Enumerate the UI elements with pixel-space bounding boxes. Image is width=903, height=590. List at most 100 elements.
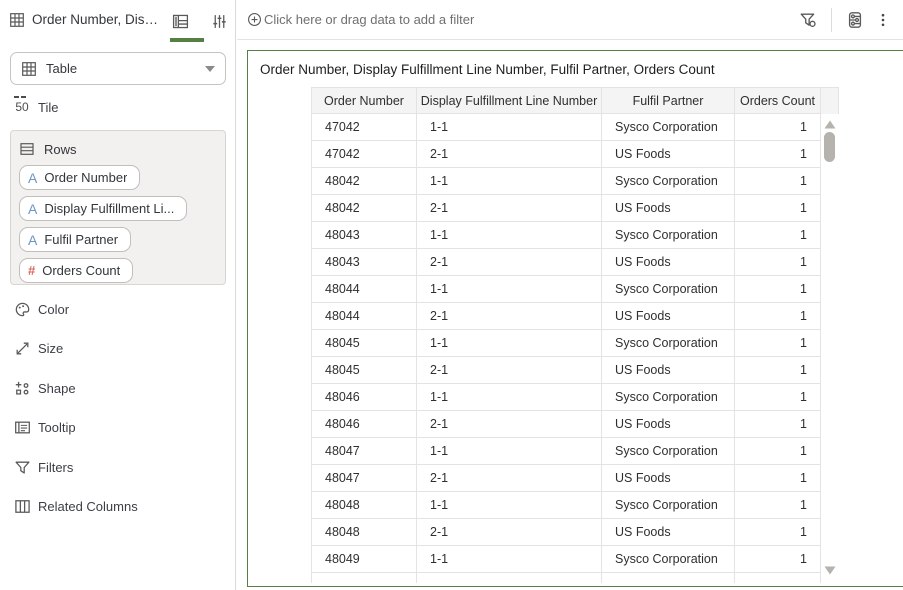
scroll-up-arrow-icon[interactable] [824,120,836,129]
scroll-down-arrow-icon[interactable] [824,566,836,575]
cell-orders-count[interactable]: 1 [734,492,821,519]
column-header-order-number[interactable]: Order Number [311,87,416,114]
cell-display-fulfillment-line-number[interactable]: 1-1 [416,492,601,519]
cell-order-number[interactable]: 48048 [311,492,416,519]
menu-button[interactable] [869,6,897,34]
cell-order-number[interactable]: 48047 [311,438,416,465]
rows-list-icon [19,141,35,157]
tab-grammar-panel[interactable] [167,8,193,34]
cell-fulfil-partner[interactable]: US Foods [601,411,734,438]
cell-fulfil-partner[interactable]: Sysco Corporation [601,168,734,195]
cell-order-number[interactable]: 48045 [311,357,416,384]
cell-order-number[interactable]: 48043 [311,249,416,276]
cell-orders-count[interactable]: 1 [734,519,821,546]
cell-fulfil-partner[interactable]: Sysco Corporation [601,222,734,249]
cell-order-number[interactable]: 48049 [311,546,416,573]
rows-chip-order-number[interactable]: AOrder Number [19,165,140,190]
cell-fulfil-partner[interactable]: US Foods [601,465,734,492]
table-visualization[interactable]: Order Number, Display Fulfillment Line N… [247,50,903,587]
cell-order-number[interactable]: 47042 [311,141,416,168]
tab-properties-panel[interactable] [206,8,232,34]
cell-fulfil-partner[interactable]: Sysco Corporation [601,384,734,411]
cell-display-fulfillment-line-number[interactable]: 2-1 [416,357,601,384]
cell-orders-count[interactable]: 1 [734,330,821,357]
cell-fulfil-partner[interactable]: US Foods [601,357,734,384]
rows-chip-orders-count[interactable]: #Orders Count [19,258,133,283]
add-filter-target[interactable]: Click here or drag data to add a filter [247,12,474,27]
sidebar-item-tile[interactable]: 50 Tile [12,94,58,120]
rows-chip-fulfil-partner[interactable]: AFulfil Partner [19,227,131,252]
cell-display-fulfillment-line-number[interactable]: 1-1 [416,114,601,141]
cell-orders-count[interactable]: 1 [734,384,821,411]
sidebar-item-shape[interactable]: Shape [12,375,226,401]
cell-orders-count[interactable]: 1 [734,141,821,168]
cell-display-fulfillment-line-number[interactable]: 1-1 [416,276,601,303]
sidebar-item-color[interactable]: Color [12,296,226,322]
cell-orders-count[interactable]: 1 [734,276,821,303]
filter-funnel-icon [12,459,32,476]
cell-orders-count[interactable]: 1 [734,411,821,438]
cell-orders-count[interactable]: 1 [734,438,821,465]
sidebar-item-related-columns[interactable]: Related Columns [12,494,226,520]
cell-display-fulfillment-line-number[interactable]: 2-1 [416,411,601,438]
cell-order-number[interactable]: 48046 [311,384,416,411]
cell-display-fulfillment-line-number[interactable]: 1-1 [416,438,601,465]
cell-fulfil-partner[interactable]: Sysco Corporation [601,546,734,573]
viz-type-dropdown[interactable]: Table [10,52,226,85]
rows-chip-display-fulfillment-li[interactable]: ADisplay Fulfillment Li... [19,196,187,221]
cell-orders-count[interactable]: 1 [734,546,821,573]
column-header-fulfil-partner[interactable]: Fulfil Partner [601,87,734,114]
cell-orders-count[interactable]: 1 [734,249,821,276]
cell-display-fulfillment-line-number[interactable]: 1-1 [416,168,601,195]
cell-order-number[interactable]: 48044 [311,303,416,330]
sidebar-item-size[interactable]: Size [12,336,226,362]
cell-order-number[interactable]: 48047 [311,465,416,492]
cell-display-fulfillment-line-number[interactable]: 2-1 [416,465,601,492]
sidebar-item-filters[interactable]: Filters [12,454,226,480]
cell-display-fulfillment-line-number[interactable]: 1-1 [416,546,601,573]
cell-order-number[interactable]: 47042 [311,114,416,141]
cell-display-fulfillment-line-number[interactable]: 1-1 [416,222,601,249]
cell-orders-count[interactable]: 1 [734,465,821,492]
cell-fulfil-partner[interactable]: Sysco Corporation [601,438,734,465]
canvas-settings-button[interactable] [841,6,869,34]
cell-display-fulfillment-line-number[interactable]: 2-1 [416,249,601,276]
cell-orders-count[interactable]: 1 [734,303,821,330]
cell-fulfil-partner[interactable]: US Foods [601,141,734,168]
cell-order-number[interactable]: 48042 [311,195,416,222]
cell-order-number[interactable]: 48043 [311,222,416,249]
cell-display-fulfillment-line-number[interactable]: 2-1 [416,519,601,546]
cell-fulfil-partner[interactable]: US Foods [601,195,734,222]
cell-display-fulfillment-line-number[interactable]: 1-1 [416,330,601,357]
cell-display-fulfillment-line-number[interactable]: 2-1 [416,303,601,330]
cell-orders-count[interactable]: 1 [734,195,821,222]
cell-fulfil-partner[interactable]: Sysco Corporation [601,276,734,303]
cell-fulfil-partner[interactable]: Sysco Corporation [601,114,734,141]
column-header-orders-count[interactable]: Orders Count [734,87,821,114]
cell-fulfil-partner[interactable]: Sysco Corporation [601,492,734,519]
cell-display-fulfillment-line-number[interactable]: 1-1 [416,384,601,411]
cell-order-number[interactable]: 48045 [311,330,416,357]
cell-orders-count[interactable]: 1 [734,222,821,249]
cell-orders-count[interactable]: 1 [734,168,821,195]
cell-fulfil-partner[interactable]: US Foods [601,249,734,276]
cell-orders-count[interactable]: 1 [734,357,821,384]
cell-fulfil-partner[interactable]: US Foods [601,303,734,330]
sidebar-item-tooltip[interactable]: Tooltip [12,415,226,441]
cell-orders-count[interactable]: 1 [734,114,821,141]
scrollbar-thumb[interactable] [824,132,835,162]
table-scrollbar[interactable] [821,87,839,583]
cell-order-number[interactable]: 48042 [311,168,416,195]
cell-display-fulfillment-line-number[interactable]: 2-1 [416,141,601,168]
cell-fulfil-partner[interactable]: US Foods [601,519,734,546]
cell-order-number[interactable]: 48046 [311,411,416,438]
cell-fulfil-partner[interactable]: Sysco Corporation [601,330,734,357]
column-header-display-fulfillment-line-number[interactable]: Display Fulfillment Line Number [416,87,601,114]
text-attribute-icon: A [28,232,37,248]
limit-values-button[interactable] [794,6,822,34]
rows-panel-header: Rows [19,139,217,159]
cell-display-fulfillment-line-number[interactable]: 2-1 [416,195,601,222]
scrollbar-track[interactable] [821,114,839,583]
cell-order-number[interactable]: 48044 [311,276,416,303]
cell-order-number[interactable]: 48048 [311,519,416,546]
